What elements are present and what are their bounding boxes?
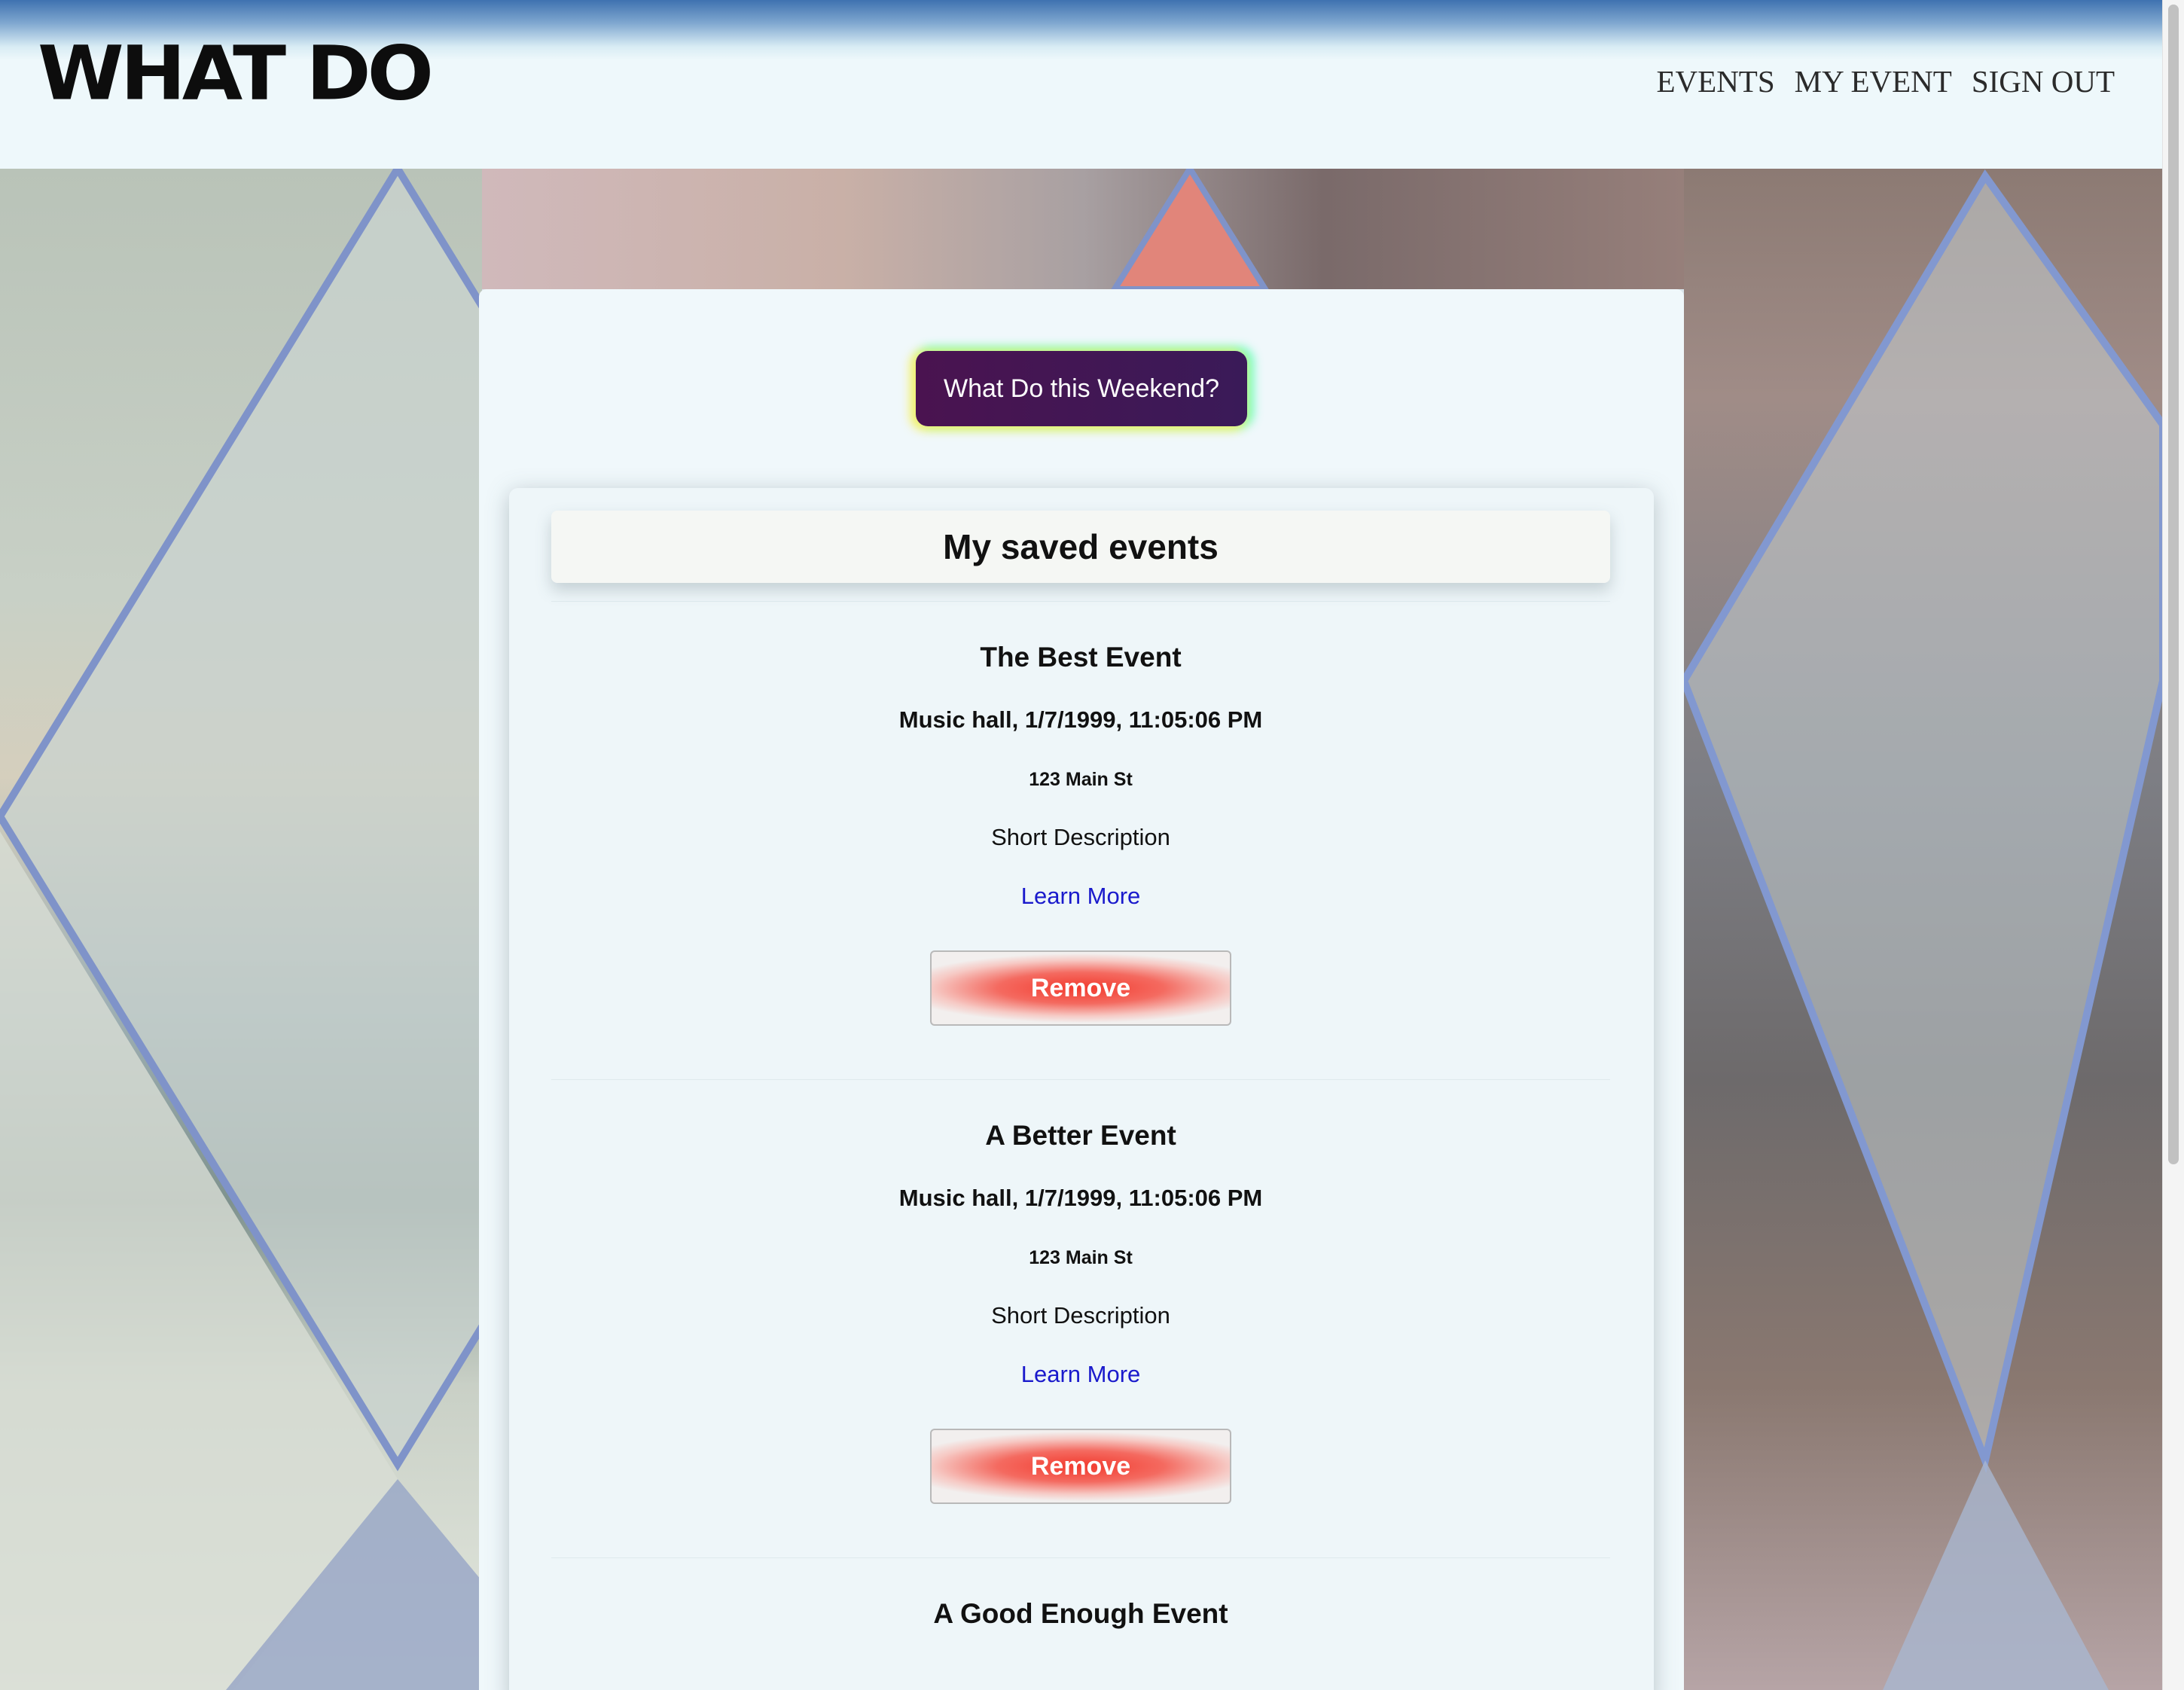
event-divider <box>551 601 1610 602</box>
event-title: A Good Enough Event <box>933 1598 1228 1629</box>
top-coral-triangle <box>1115 169 1265 289</box>
learn-more-link[interactable]: Learn More <box>551 1361 1610 1388</box>
event-description: Short Description <box>991 824 1170 850</box>
event-divider <box>551 1557 1610 1558</box>
remove-event-button[interactable]: Remove <box>930 950 1231 1026</box>
saved-events-title: My saved events <box>943 527 1219 566</box>
what-do-this-weekend-button[interactable]: What Do this Weekend? <box>916 351 1247 426</box>
nav-events[interactable]: EVENTS <box>1657 63 1775 99</box>
right-lower-triangle <box>1883 1460 2109 1690</box>
event-venue-datetime: Music hall, 1/7/1999, 11:05:06 PM <box>898 706 1263 733</box>
event-divider <box>551 1079 1610 1080</box>
learn-more-link[interactable]: Learn More <box>551 883 1610 910</box>
right-diamond-photo <box>1684 176 2163 1460</box>
main-nav: EVENTS MY EVENT SIGN OUT <box>1657 63 2115 99</box>
event-address: 123 Main St <box>1029 1247 1133 1268</box>
nav-my-event[interactable]: MY EVENT <box>1795 63 1952 99</box>
site-logo[interactable]: WHAT DO <box>38 36 434 111</box>
event-venue-datetime: Music hall, 1/7/1999, 11:05:06 PM <box>898 1185 1263 1211</box>
saved-events-header: My saved events <box>551 511 1610 583</box>
main-card: What Do this Weekend? My saved events Th… <box>479 289 1684 1690</box>
remove-event-button[interactable]: Remove <box>930 1429 1231 1504</box>
event-title: The Best Event <box>980 642 1182 673</box>
event-description: Short Description <box>991 1302 1170 1329</box>
page-scrollbar[interactable] <box>2162 0 2184 1690</box>
event-address: 123 Main St <box>1029 769 1133 790</box>
scrollbar-thumb[interactable] <box>2168 5 2179 1164</box>
event-title: A Better Event <box>985 1120 1176 1151</box>
saved-events-panel: My saved events The Best Event Music hal… <box>509 488 1654 1690</box>
nav-sign-out[interactable]: SIGN OUT <box>1972 63 2115 99</box>
site-header: WHAT DO EVENTS MY EVENT SIGN OUT <box>0 0 2163 169</box>
